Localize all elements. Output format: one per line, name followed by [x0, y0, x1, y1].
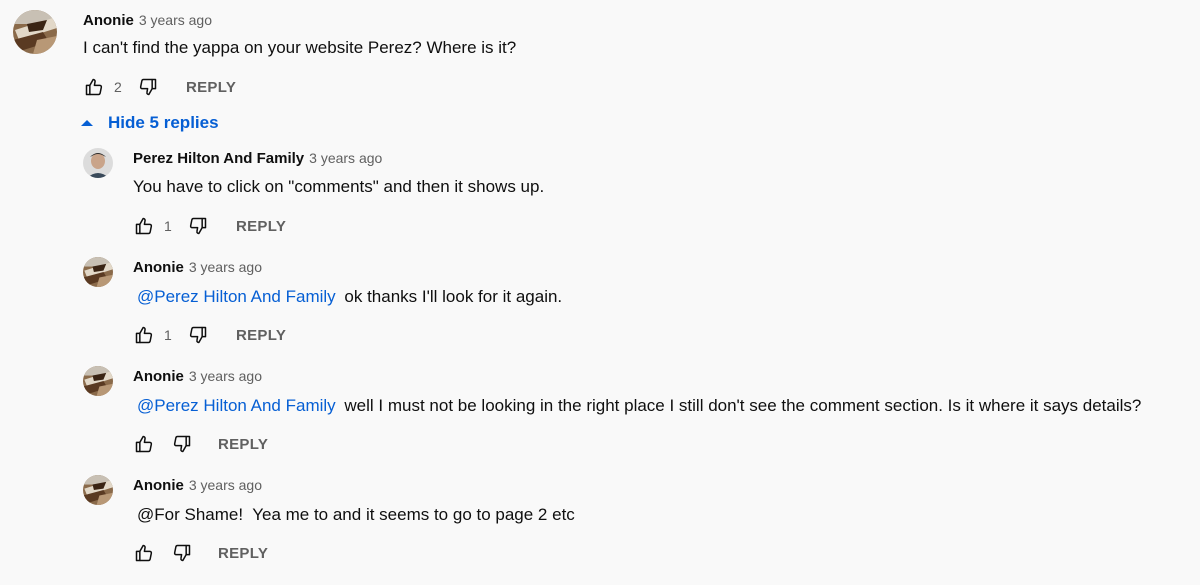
- author-name[interactable]: Anonie: [83, 12, 134, 29]
- mention-link[interactable]: @Perez Hilton And Family: [137, 287, 336, 306]
- like-count: 2: [114, 79, 122, 95]
- like-button[interactable]: [82, 75, 106, 99]
- comment-header: Anonie 3 years ago: [133, 257, 262, 278]
- caret-up-icon: [81, 120, 93, 126]
- reply-comment: Anonie 3 years ago @Perez Hilton And Fami…: [0, 249, 1200, 354]
- comment-text: @Perez Hilton And Family well I must not…: [137, 395, 1141, 417]
- comment-text: I can't find the yappa on your website P…: [83, 38, 517, 57]
- comment-text: @For Shame! Yea me to and it seems to go…: [137, 504, 575, 526]
- comment-actions: REPLY: [132, 432, 268, 456]
- avatar-anonie[interactable]: [83, 475, 113, 505]
- like-count: 1: [164, 327, 172, 343]
- comment-timestamp[interactable]: 3 years ago: [189, 477, 262, 493]
- reply-comment: Perez Hilton And Family 3 years ago You h…: [0, 140, 1200, 245]
- comment-body: well I must not be looking in the right …: [344, 396, 1142, 415]
- thumbs-down-icon: [173, 435, 191, 453]
- author-name[interactable]: Anonie: [133, 477, 184, 494]
- like-count: 1: [164, 218, 172, 234]
- dislike-button[interactable]: [136, 75, 160, 99]
- like-button[interactable]: [132, 214, 156, 238]
- comment-timestamp[interactable]: 3 years ago: [139, 12, 212, 28]
- thumbs-up-icon: [135, 326, 153, 344]
- reply-button[interactable]: REPLY: [218, 436, 268, 453]
- comment-timestamp[interactable]: 3 years ago: [189, 259, 262, 275]
- comment-timestamp[interactable]: 3 years ago: [309, 150, 382, 166]
- comment-header: Anonie 3 years ago: [133, 366, 262, 387]
- thumbs-down-icon: [139, 78, 157, 96]
- like-button[interactable]: [132, 541, 156, 565]
- thumbs-up-icon: [135, 544, 153, 562]
- hide-replies-label: Hide 5 replies: [108, 113, 219, 132]
- reply-comment: Anonie 3 years ago @Perez Hilton And Fami…: [0, 358, 1200, 463]
- comment-body: ok thanks I'll look for it again.: [344, 287, 563, 306]
- thumbs-up-icon: [135, 217, 153, 235]
- comment-header: Anonie 3 years ago: [83, 10, 212, 31]
- author-name[interactable]: Perez Hilton And Family: [133, 150, 304, 167]
- thumbs-down-icon: [189, 217, 207, 235]
- comment-header: Perez Hilton And Family 3 years ago: [133, 148, 382, 169]
- thumbs-down-icon: [189, 326, 207, 344]
- avatar-anonie[interactable]: [83, 257, 113, 287]
- comment-actions: 1 REPLY: [132, 323, 286, 347]
- like-button[interactable]: [132, 432, 156, 456]
- comment-actions: 2 REPLY: [82, 75, 236, 99]
- dislike-button[interactable]: [186, 214, 210, 238]
- reply-comment: Anonie 3 years ago @For Shame! Yea me to …: [0, 467, 1200, 572]
- dislike-button[interactable]: [186, 323, 210, 347]
- comment-thread-top: Anonie 3 years ago I can't find the yappa…: [0, 0, 1200, 110]
- like-button[interactable]: [132, 323, 156, 347]
- comment-timestamp[interactable]: 3 years ago: [189, 368, 262, 384]
- comment-text: @Perez Hilton And Family ok thanks I'll …: [137, 286, 562, 308]
- dislike-button[interactable]: [170, 432, 194, 456]
- hide-replies-button[interactable]: Hide 5 replies: [80, 112, 219, 134]
- thumbs-down-icon: [173, 544, 191, 562]
- comment-actions: REPLY: [132, 541, 268, 565]
- avatar-anonie[interactable]: [83, 366, 113, 396]
- comment-actions: 1 REPLY: [132, 214, 286, 238]
- thumbs-up-icon: [135, 435, 153, 453]
- dislike-button[interactable]: [170, 541, 194, 565]
- comment-text: You have to click on "comments" and then…: [133, 176, 544, 198]
- reply-button[interactable]: REPLY: [218, 545, 268, 562]
- author-name[interactable]: Anonie: [133, 368, 184, 385]
- reply-button[interactable]: REPLY: [236, 218, 286, 235]
- thumbs-up-icon: [85, 78, 103, 96]
- comment-body: @For Shame! Yea me to and it seems to go…: [137, 505, 575, 524]
- avatar-anonie[interactable]: [13, 10, 57, 54]
- reply-button[interactable]: REPLY: [186, 79, 236, 96]
- author-name[interactable]: Anonie: [133, 259, 184, 276]
- mention-link[interactable]: @Perez Hilton And Family: [137, 396, 336, 415]
- comment-header: Anonie 3 years ago: [133, 475, 262, 496]
- comment-body: You have to click on "comments" and then…: [133, 177, 545, 196]
- reply-button[interactable]: REPLY: [236, 327, 286, 344]
- avatar-perez[interactable]: [83, 148, 113, 178]
